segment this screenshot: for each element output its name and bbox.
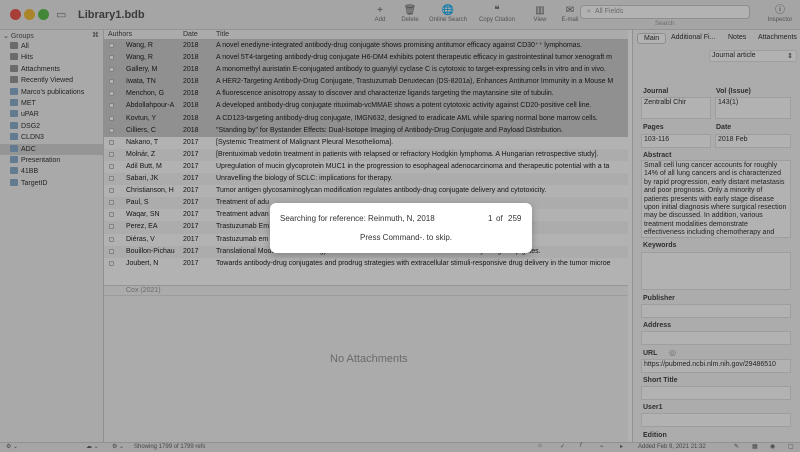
search-progress-dialog: Searching for reference: Reinmuth, N, 20… [270, 203, 532, 253]
progress-total: 259 [508, 214, 522, 223]
searching-reference: Reinmuth, N, 2018 [368, 214, 435, 223]
app-window: ▭ Library1.bdb + Add 🗑 Delete 🌐 Online Sear… [0, 0, 800, 452]
progress-position: 1 [488, 214, 493, 223]
skip-hint: Press Command-. to skip. [360, 233, 453, 242]
progress-of: of [496, 214, 503, 223]
searching-label: Searching for reference: [280, 214, 366, 223]
